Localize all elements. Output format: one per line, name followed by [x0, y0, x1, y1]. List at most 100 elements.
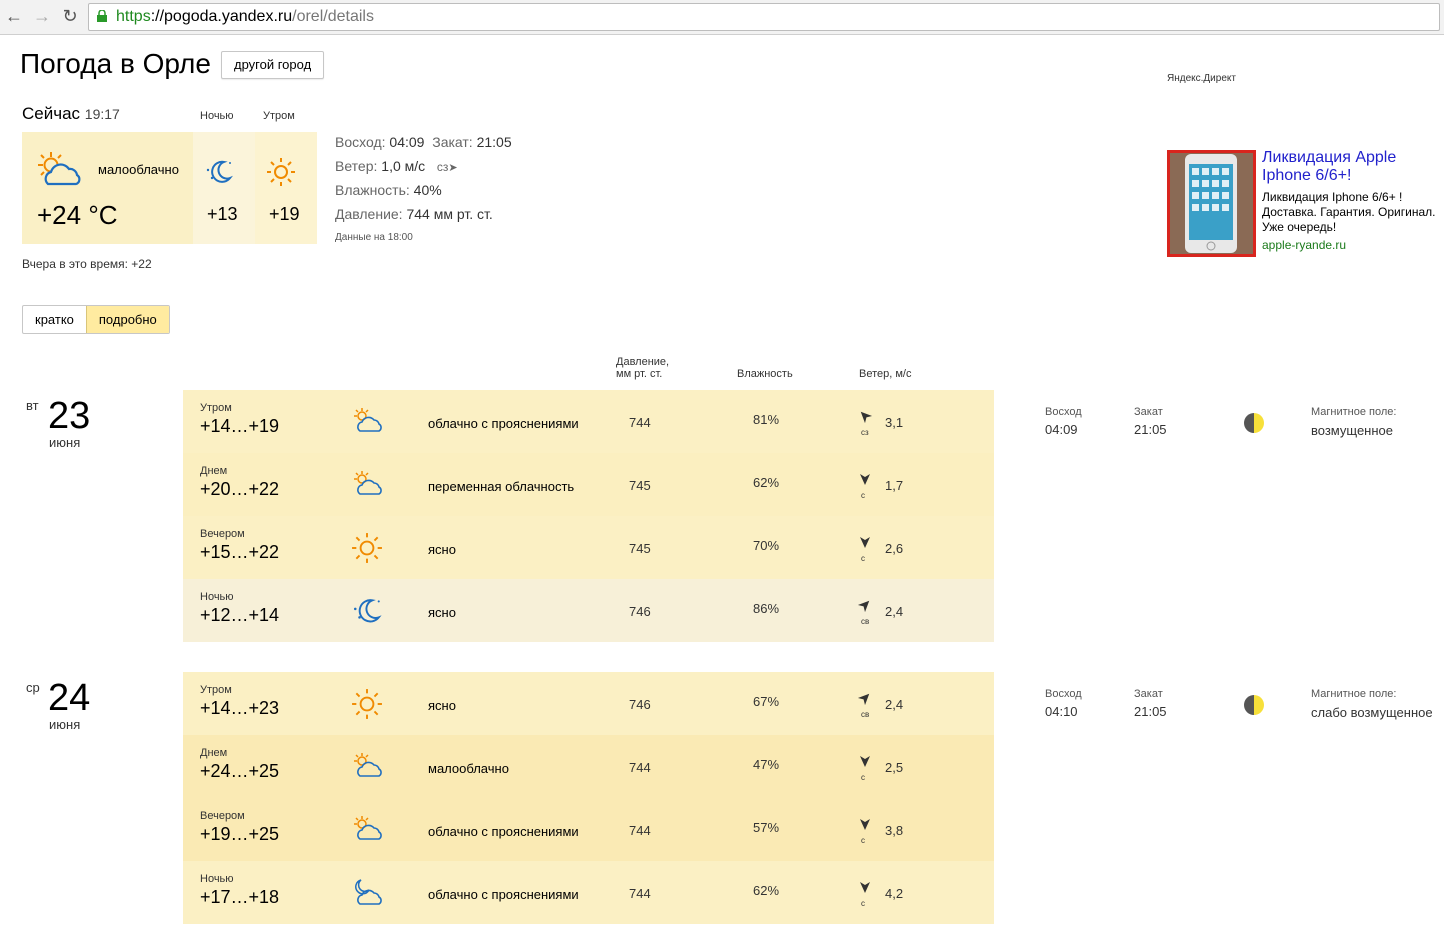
pressure-column-header: Давление, мм рт. ст. [616, 356, 670, 380]
current-condition: малооблачно [98, 162, 179, 177]
humidity-column-header: Влажность [737, 368, 793, 380]
wind-arrow-icon [858, 754, 872, 768]
wind-speed: 2,4 [885, 604, 904, 619]
temp-range: +24…+25 [200, 761, 280, 781]
moon-icon [206, 160, 233, 183]
pressure-value: 745 [629, 478, 651, 493]
condition-text: ясно [428, 542, 456, 557]
forward-icon[interactable]: → [32, 6, 52, 26]
wind-arrow-icon [855, 688, 875, 708]
wind-speed: 2,4 [885, 697, 904, 712]
condition-text: облачно с прояснениями [428, 416, 579, 431]
temp-range: +14…+19 [200, 416, 280, 436]
day-weekday: ср [26, 680, 40, 695]
humidity-value: 62% [753, 883, 780, 898]
ad-title-link[interactable]: Ликвидация Apple Iphone 6/6+! [1262, 149, 1444, 185]
cloud-sun-icon [351, 751, 383, 783]
current-weather-card: малооблачно +24 °C [22, 132, 193, 244]
cloud-sun-icon [38, 152, 81, 186]
day-part: Утром [200, 402, 232, 414]
sunrise-label: Восход [1045, 688, 1082, 700]
pressure-value: 744 [629, 886, 651, 901]
wind-speed: 4,2 [885, 886, 904, 901]
forecast-row: Утром +14…+23 ясно 746 67% св 2,4 [183, 672, 994, 735]
sun-icon [267, 158, 295, 186]
now-label: Сейчас 19:17 [22, 104, 120, 123]
humidity-info: Влажность: 40% [335, 182, 442, 198]
humidity-value: 67% [753, 694, 780, 709]
day-weekday: вт [26, 398, 39, 413]
sunset-label: Закат [1134, 688, 1163, 700]
temp-range: +12…+14 [200, 605, 280, 625]
temp-range: +17…+18 [200, 887, 280, 907]
temp-range: +15…+22 [200, 542, 280, 562]
wind-direction: с [861, 836, 865, 845]
page-title: Погода в Орле [20, 48, 211, 79]
day-part: Днем [200, 747, 228, 759]
wind-arrow-icon: ➤ [448, 162, 458, 174]
wind-speed: 2,6 [885, 541, 904, 556]
day-part: Вечером [200, 528, 245, 540]
temp-range: +14…+23 [200, 698, 280, 718]
pressure-value: 744 [629, 823, 651, 838]
ad-domain-link[interactable]: apple-ryande.ru [1262, 238, 1346, 252]
wind-speed: 3,8 [885, 823, 904, 838]
back-icon[interactable]: ← [4, 6, 24, 26]
brief-tab[interactable]: кратко [23, 306, 86, 333]
sunrise-time: 04:10 [1045, 704, 1078, 719]
morning-temp: +19 [269, 204, 300, 224]
detailed-tab[interactable]: подробно [85, 306, 169, 333]
wind-direction: с [861, 491, 865, 500]
sunset-label: Закат [1134, 406, 1163, 418]
wind-direction: св [861, 617, 870, 626]
now-time: 19:17 [84, 106, 120, 122]
forecast-row: Днем +20…+22 переменная облачность 745 6… [183, 453, 994, 516]
pressure-value: 746 [629, 697, 651, 712]
forecast-row: Ночью +12…+14 ясно 746 86% св 2,4 [183, 579, 994, 642]
pressure-value: 744 [629, 760, 651, 775]
wind-column-header: Ветер, м/с [859, 368, 912, 380]
day-part: Днем [200, 465, 228, 477]
ad-image[interactable] [1167, 150, 1256, 257]
condition-text: переменная облачность [428, 479, 575, 494]
data-time: Данные на 18:00 [335, 232, 413, 243]
humidity-value: 47% [753, 757, 780, 772]
wind-arrow-icon [858, 817, 872, 831]
lock-icon [97, 10, 107, 22]
day-month: июня [49, 717, 81, 732]
condition-text: облачно с прояснениями [428, 824, 579, 839]
humidity-value: 57% [753, 820, 780, 835]
moon-phase-icon [1244, 695, 1264, 715]
day-part: Ночью [200, 591, 234, 603]
morning-label: Утром [263, 110, 295, 122]
wind-speed: 1,7 [885, 478, 904, 493]
sun-icon [351, 532, 383, 564]
night-label: Ночью [200, 110, 234, 122]
yesterday-text: Вчера в это время: +22 [22, 257, 152, 271]
cloud-sun-icon [351, 814, 383, 846]
condition-text: облачно с прояснениями [428, 887, 579, 902]
pressure-value: 744 [629, 415, 651, 430]
wind-arrow-icon [858, 472, 872, 486]
forecast-row: Ночью +17…+18 облачно с прояснениями 744… [183, 861, 994, 924]
wind-arrow-icon [858, 880, 872, 894]
sun-info: Восход: 04:09 Закат: 21:05 [335, 134, 512, 150]
sunset-time: 21:05 [1134, 704, 1167, 719]
day-number: 23 [48, 395, 91, 437]
url-text: https://pogoda.yandex.ru/orel/details [116, 8, 374, 25]
moon-phase-icon [1244, 413, 1264, 433]
wind-direction: с [861, 554, 865, 563]
address-bar[interactable]: https://pogoda.yandex.ru/orel/details [88, 3, 1440, 31]
reload-icon[interactable]: ↻ [60, 6, 80, 26]
day-part: Утром [200, 684, 232, 696]
wind-speed: 3,1 [885, 415, 904, 430]
browser-toolbar: ← → ↻ https://pogoda.yandex.ru/orel/deta… [0, 0, 1444, 35]
cloud-sun-icon [351, 469, 383, 501]
humidity-value: 70% [753, 538, 780, 553]
morning-forecast: +19 [255, 132, 317, 244]
forecast-row: Вечером +15…+22 ясно 745 70% с 2,6 [183, 516, 994, 579]
temp-range: +19…+25 [200, 824, 280, 844]
wind-direction: с [861, 899, 865, 908]
phone-image [1170, 153, 1253, 254]
other-city-button[interactable]: другой город [221, 51, 325, 79]
